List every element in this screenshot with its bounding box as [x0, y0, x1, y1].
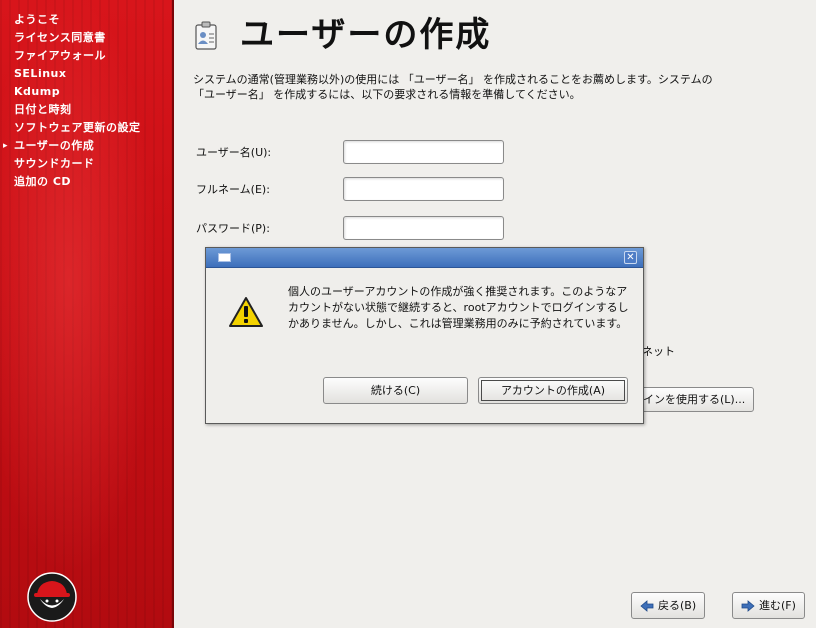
sidebar-item-kdump: Kdump — [14, 85, 61, 98]
back-button-label: 戻る(B) — [658, 599, 697, 612]
user-card-icon — [195, 21, 217, 50]
window-close-icon[interactable]: ✕ — [624, 251, 637, 264]
fullname-input[interactable] — [343, 177, 504, 201]
redhat-logo-icon — [27, 572, 77, 622]
sidebar-item-create-user: ユーザーの作成 — [0, 137, 172, 155]
arrow-left-icon — [640, 599, 654, 612]
username-input[interactable] — [343, 140, 504, 164]
sidebar-item-selinux: SELinux — [14, 67, 67, 80]
username-label: ユーザー名(U): — [196, 146, 272, 159]
arrow-right-icon — [741, 599, 755, 612]
sidebar-item-license: ライセンス同意書 — [14, 31, 106, 44]
sidebar-steps: ようこそ ライセンス同意書 ファイアウォール SELinux Kdump 日付と… — [0, 0, 172, 191]
forward-button-label: 進む(F) — [759, 599, 796, 612]
fullname-label: フルネーム(E): — [196, 183, 270, 196]
dialog-message: 個人のユーザーアカウントの作成が強く推奨されます。このようなアカウントがない状態… — [288, 285, 629, 330]
sidebar-item-software-update: ソフトウェア更新の設定 — [14, 121, 141, 134]
password-input[interactable] — [343, 216, 504, 240]
sidebar: ようこそ ライセンス同意書 ファイアウォール SELinux Kdump 日付と… — [0, 0, 174, 628]
sidebar-item-date-time: 日付と時刻 — [14, 103, 72, 116]
back-button[interactable]: 戻る(B) — [631, 592, 706, 619]
sidebar-item-firewall: ファイアウォール — [14, 49, 106, 62]
sidebar-item-sound-card: サウンドカード — [14, 157, 95, 170]
forward-button[interactable]: 進む(F) — [732, 592, 805, 619]
continue-button[interactable]: 続ける(C) — [323, 377, 468, 404]
dialog-titlebar[interactable]: ✕ — [206, 248, 643, 268]
window-menu-icon[interactable] — [218, 253, 231, 262]
sidebar-item-welcome: ようこそ — [14, 13, 60, 26]
sidebar-item-additional-cd: 追加の CD — [14, 175, 72, 188]
warning-dialog: ✕ 個人のユーザーアカウントの作成が強く推奨されます。このようなアカウントがない… — [205, 247, 644, 424]
network-login-button[interactable]: インを使用する(L)... — [640, 387, 755, 412]
password-label: パスワード(P): — [196, 222, 270, 235]
create-account-button[interactable]: アカウントの作成(A) — [478, 377, 628, 404]
intro-text: システムの通常(管理業務以外)の使用には 「ユーザー名」 を作成されることをお薦… — [193, 73, 713, 101]
network-login-text: ネット — [642, 345, 675, 358]
warning-icon — [229, 297, 263, 327]
page-title: ユーザーの作成 — [240, 15, 492, 55]
